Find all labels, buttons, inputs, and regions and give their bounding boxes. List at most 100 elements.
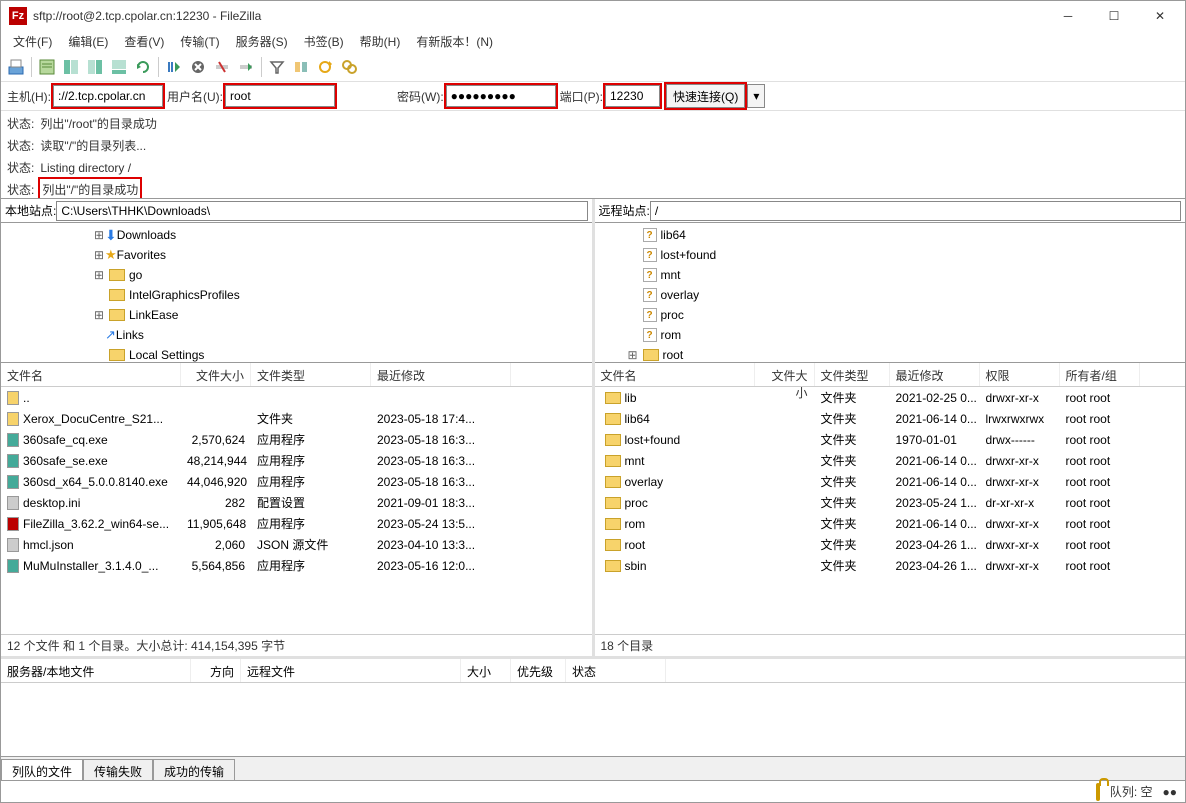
expand-icon[interactable]: ⊞ — [93, 308, 105, 322]
column-header[interactable]: 最近修改 — [890, 363, 980, 386]
local-file-list[interactable]: 文件名文件大小文件类型最近修改 ..Xerox_DocuCentre_S21..… — [1, 363, 592, 634]
close-button[interactable]: ✕ — [1137, 1, 1183, 31]
column-header[interactable]: 最近修改 — [371, 363, 511, 386]
file-row[interactable]: 360safe_se.exe48,214,944应用程序2023-05-18 1… — [1, 450, 592, 471]
remote-file-list[interactable]: 文件名文件大小文件类型最近修改权限所有者/组 lib文件夹2021-02-25 … — [595, 363, 1186, 634]
sync-browse-icon[interactable] — [314, 56, 336, 78]
menu-item[interactable]: 帮助(H) — [352, 33, 409, 50]
cancel-icon[interactable] — [187, 56, 209, 78]
remote-tree[interactable]: ?lib64 ?lost+found ?mnt ?overlay ?proc ?… — [595, 223, 1186, 363]
column-header[interactable]: 文件名 — [595, 363, 755, 386]
menu-item[interactable]: 编辑(E) — [60, 33, 116, 50]
column-header[interactable]: 优先级 — [511, 659, 566, 682]
expand-icon[interactable]: ⊞ — [93, 228, 105, 242]
file-row[interactable]: root文件夹2023-04-26 1...drwxr-xr-xroot roo… — [595, 534, 1186, 555]
file-row[interactable]: mnt文件夹2021-06-14 0...drwxr-xr-xroot root — [595, 450, 1186, 471]
tree-item[interactable]: ⊞go — [3, 265, 590, 285]
column-header[interactable]: 服务器/本地文件 — [1, 659, 191, 682]
queue-tab[interactable]: 列队的文件 — [1, 759, 83, 780]
folder-icon — [605, 539, 621, 551]
quickconnect-button[interactable]: 快速连接(Q) — [666, 84, 745, 108]
file-row[interactable]: Xerox_DocuCentre_S21...文件夹2023-05-18 17:… — [1, 408, 592, 429]
column-header[interactable]: 文件大小 — [755, 363, 815, 386]
search-icon[interactable] — [338, 56, 360, 78]
file-row[interactable]: rom文件夹2021-06-14 0...drwxr-xr-xroot root — [595, 513, 1186, 534]
menu-item[interactable]: 书签(B) — [296, 33, 352, 50]
folder-icon — [605, 413, 621, 425]
file-row[interactable]: hmcl.json2,060JSON 源文件2023-04-10 13:3... — [1, 534, 592, 555]
quickconnect-dropdown[interactable]: ▾ — [747, 84, 765, 108]
tree-item[interactable]: ⊞ root — [597, 345, 1184, 363]
menu-item[interactable]: 服务器(S) — [228, 33, 296, 50]
quickconnect-bar: 主机(H): 用户名(U): 密码(W): 端口(P): 快速连接(Q) ▾ — [1, 81, 1185, 111]
tree-item[interactable]: ?proc — [597, 305, 1184, 325]
column-header[interactable]: 远程文件 — [241, 659, 461, 682]
toggle-remote-tree-icon[interactable] — [84, 56, 106, 78]
tree-item[interactable]: ⊞LinkEase — [3, 305, 590, 325]
tree-item[interactable]: ⊞★Favorites — [3, 245, 590, 265]
tree-item[interactable]: ?overlay — [597, 285, 1184, 305]
host-input[interactable] — [53, 85, 163, 107]
file-row[interactable]: 360safe_cq.exe2,570,624应用程序2023-05-18 16… — [1, 429, 592, 450]
menu-item[interactable]: 查看(V) — [116, 33, 172, 50]
file-row[interactable]: MuMuInstaller_3.1.4.0_...5,564,856应用程序20… — [1, 555, 592, 576]
column-header[interactable]: 方向 — [191, 659, 241, 682]
compare-icon[interactable] — [290, 56, 312, 78]
tree-item[interactable]: ?lib64 — [597, 225, 1184, 245]
menu-item[interactable]: 传输(T) — [172, 33, 227, 50]
local-path-input[interactable] — [56, 201, 587, 221]
queue-tab[interactable]: 成功的传输 — [153, 759, 235, 780]
column-header[interactable]: 文件大小 — [181, 363, 251, 386]
message-log[interactable]: 状态:列出"/root"的目录成功状态:读取"/"的目录列表...状态:List… — [1, 111, 1185, 199]
minimize-button[interactable]: ─ — [1045, 1, 1091, 31]
site-manager-icon[interactable] — [5, 56, 27, 78]
column-header[interactable]: 权限 — [980, 363, 1060, 386]
username-input[interactable] — [225, 85, 335, 107]
menu-item[interactable]: 有新版本！(N) — [408, 33, 501, 50]
file-row[interactable]: desktop.ini282配置设置2021-09-01 18:3... — [1, 492, 592, 513]
filter-icon[interactable] — [266, 56, 288, 78]
tree-item[interactable]: ↗Links — [3, 325, 590, 345]
password-input[interactable] — [446, 85, 556, 107]
tree-item[interactable]: ?mnt — [597, 265, 1184, 285]
tree-item[interactable]: IntelGraphicsProfiles — [3, 285, 590, 305]
file-row[interactable]: sbin文件夹2023-04-26 1...drwxr-xr-xroot roo… — [595, 555, 1186, 576]
toggle-queue-icon[interactable] — [108, 56, 130, 78]
file-row[interactable]: lost+found文件夹1970-01-01drwx------root ro… — [595, 429, 1186, 450]
local-tree[interactable]: ⊞⬇Downloads⊞★Favorites⊞go IntelGraphicsP… — [1, 223, 592, 363]
file-row[interactable]: 360sd_x64_5.0.0.8140.exe44,046,920应用程序20… — [1, 471, 592, 492]
toggle-log-icon[interactable] — [36, 56, 58, 78]
expand-icon[interactable]: ⊞ — [93, 268, 105, 282]
queue-tab[interactable]: 传输失败 — [83, 759, 153, 780]
tree-item[interactable]: Local Settings — [3, 345, 590, 363]
column-header[interactable]: 所有者/组 — [1060, 363, 1140, 386]
tree-item[interactable]: ⊞⬇Downloads — [3, 225, 590, 245]
tree-item[interactable]: ?rom — [597, 325, 1184, 345]
file-icon — [7, 559, 19, 573]
disconnect-icon[interactable] — [211, 56, 233, 78]
maximize-button[interactable]: ☐ — [1091, 1, 1137, 31]
file-row[interactable]: proc文件夹2023-05-24 1...dr-xr-xr-xroot roo… — [595, 492, 1186, 513]
toggle-local-tree-icon[interactable] — [60, 56, 82, 78]
remote-path-input[interactable] — [650, 201, 1181, 221]
expand-icon[interactable]: ⊞ — [93, 248, 105, 262]
refresh-icon[interactable] — [132, 56, 154, 78]
column-header[interactable]: 状态 — [566, 659, 666, 682]
file-row[interactable]: .. — [1, 387, 592, 408]
column-header[interactable]: 文件类型 — [815, 363, 890, 386]
lock-icon[interactable] — [1096, 785, 1100, 799]
reconnect-icon[interactable] — [235, 56, 257, 78]
file-row[interactable]: lib64文件夹2021-06-14 0...lrwxrwxrwxroot ro… — [595, 408, 1186, 429]
file-row[interactable]: lib文件夹2021-02-25 0...drwxr-xr-xroot root — [595, 387, 1186, 408]
process-queue-icon[interactable] — [163, 56, 185, 78]
port-input[interactable] — [605, 85, 660, 107]
tree-item[interactable]: ?lost+found — [597, 245, 1184, 265]
column-header[interactable]: 文件类型 — [251, 363, 371, 386]
tree-label: root — [663, 348, 684, 362]
column-header[interactable]: 文件名 — [1, 363, 181, 386]
menu-item[interactable]: 文件(F) — [5, 33, 60, 50]
file-row[interactable]: overlay文件夹2021-06-14 0...drwxr-xr-xroot … — [595, 471, 1186, 492]
expand-icon[interactable]: ⊞ — [627, 348, 639, 362]
column-header[interactable]: 大小 — [461, 659, 511, 682]
file-row[interactable]: FileZilla_3.62.2_win64-se...11,905,648应用… — [1, 513, 592, 534]
